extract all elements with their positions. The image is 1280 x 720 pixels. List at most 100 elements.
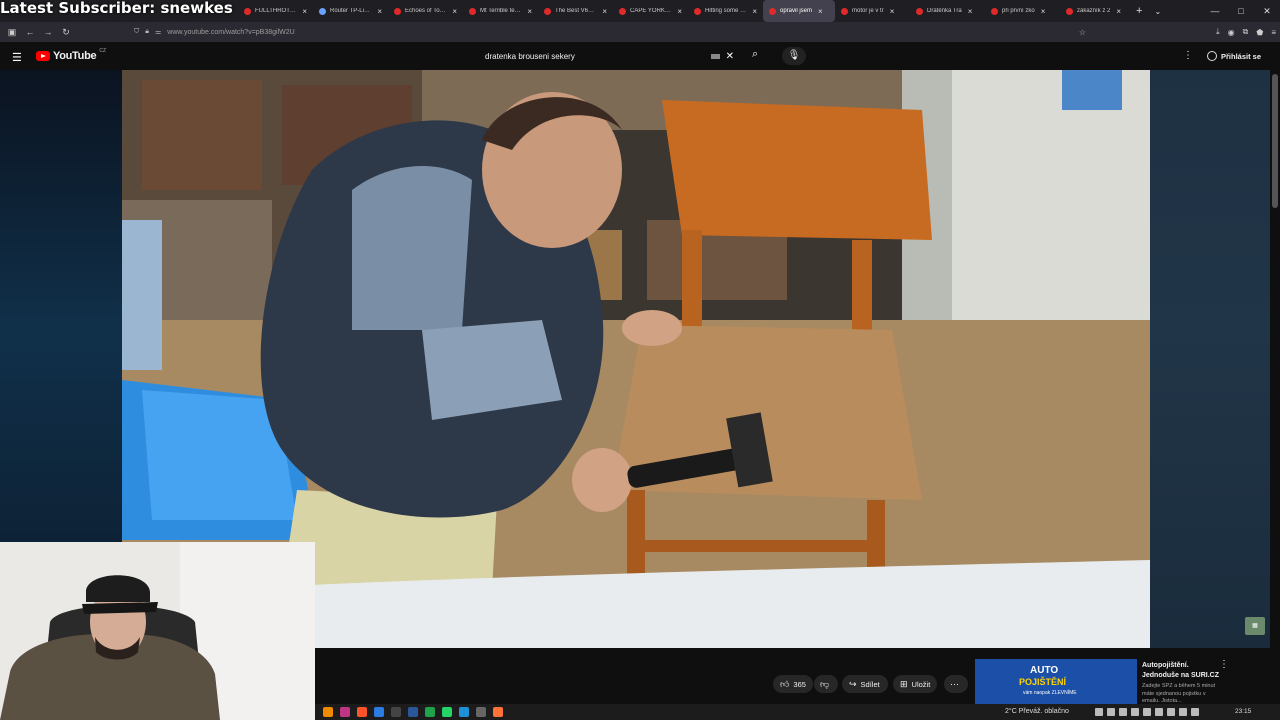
tray-icon[interactable] — [1107, 708, 1115, 716]
url-text[interactable]: www.youtube.com/watch?v=pB38gilW2U — [167, 29, 294, 36]
tray-icon[interactable] — [1131, 708, 1139, 716]
reload-icon[interactable]: ↻ — [57, 27, 75, 38]
sign-in-label: Přihlásit se — [1221, 51, 1262, 61]
address-bar[interactable]: ⛉ 🔒︎ ⚌ www.youtube.com/watch?v=pB38gilW2… — [134, 25, 1094, 39]
dislike-button[interactable]: 👎︎ — [814, 675, 838, 693]
more-options-icon[interactable]: ⋮ — [1183, 50, 1193, 61]
close-icon[interactable]: × — [677, 7, 682, 16]
tab-dratenka[interactable]: Drátěnka Tra × — [910, 0, 985, 22]
search-button[interactable]: ⌕ — [752, 48, 758, 61]
back-icon[interactable]: ← — [21, 27, 39, 37]
download-icon[interactable]: ⤓ — [1216, 27, 1220, 37]
window-controls: — □ ✕ — [1202, 0, 1280, 22]
tab-zakaznik[interactable]: zákazník z 2 × — [1060, 0, 1130, 22]
settings-icon[interactable] — [476, 707, 486, 717]
weather-widget[interactable]: 2°C Převáž. oblačno — [1005, 708, 1069, 715]
ambient-left — [0, 70, 122, 542]
save-button[interactable]: ⊞ Uložit — [893, 675, 937, 693]
close-icon[interactable]: × — [302, 7, 307, 16]
save-label: Uložit — [911, 679, 931, 689]
youtube-icon — [916, 7, 923, 15]
app-icon[interactable] — [391, 707, 401, 717]
tray-icon[interactable] — [1095, 708, 1103, 716]
taskbar-clock[interactable]: 23:15 — [1235, 708, 1251, 715]
tab-best-v62[interactable]: The Best V62 Nis× — [538, 0, 613, 22]
reader-icon[interactable]: ☆ — [1079, 28, 1086, 37]
word-icon[interactable] — [408, 707, 418, 717]
firefox-icon[interactable] — [493, 707, 503, 717]
forward-icon[interactable]: → — [39, 27, 57, 37]
sign-in-button[interactable]: Přihlásit se — [1200, 47, 1268, 65]
close-icon[interactable]: × — [818, 7, 823, 16]
browser-toolbar-right: ⤓ ◉ ⧉ ⬟ ≡ — [1216, 22, 1276, 42]
tray-icon[interactable] — [1155, 708, 1163, 716]
tab-prvni[interactable]: při první zko × — [985, 0, 1060, 22]
close-icon[interactable]: × — [602, 7, 607, 16]
whatsapp-icon[interactable] — [442, 707, 452, 717]
close-icon[interactable]: × — [890, 7, 895, 16]
microphone-icon[interactable]: 🎙︎ — [782, 47, 806, 65]
hamburger-menu-icon[interactable]: ☰ — [12, 51, 22, 64]
youtube-play-icon — [36, 51, 50, 61]
share-button[interactable]: ↪ Sdílet — [842, 675, 888, 693]
tray-icon[interactable] — [1119, 708, 1127, 716]
ad-thumbnail[interactable]: AUTO POJIŠTĚNÍ vám naopak ZLEVNÍME — [975, 659, 1137, 707]
brave-icon[interactable] — [357, 707, 367, 717]
tab-mt-terrible[interactable]: Mt Terrible tests × — [463, 0, 538, 22]
ambient-right — [1150, 70, 1270, 648]
tab-motor[interactable]: motor je v tr × — [835, 0, 910, 22]
volume-icon[interactable] — [1191, 708, 1199, 716]
wifi-icon[interactable] — [1179, 708, 1187, 716]
instagram-icon[interactable] — [340, 707, 350, 717]
close-icon[interactable]: × — [752, 7, 757, 16]
new-tab-icon[interactable]: + — [1136, 5, 1142, 17]
youtube-icon — [1066, 7, 1073, 15]
green-app-icon[interactable] — [425, 707, 435, 717]
close-icon[interactable]: × — [452, 7, 457, 16]
tab-hitting[interactable]: Hitting some ga × — [688, 0, 763, 22]
menu-icon[interactable]: ≡ — [1271, 28, 1276, 37]
close-icon[interactable]: × — [527, 7, 532, 16]
close-icon[interactable]: × — [1116, 7, 1121, 16]
ad-body: Zadejte SPZ a během 5 minut máte sjednan… — [1142, 683, 1216, 704]
vlc-icon[interactable] — [323, 707, 333, 717]
shield-app-icon[interactable] — [374, 707, 384, 717]
maximize-icon[interactable]: □ — [1228, 0, 1254, 22]
close-icon[interactable]: × — [1041, 7, 1046, 16]
extensions-icon[interactable]: ⧉ — [1243, 27, 1249, 37]
search-input[interactable]: dratenka brouseni sekery ✕ — [478, 47, 744, 66]
video-actions-row: 👍︎ 365 👎︎ ↪ Sdílet ⊞ Uložit ⋯ — [315, 648, 975, 704]
tab-fullthrottler[interactable]: FULLTHROTTLERi× — [238, 0, 313, 22]
share-icon: ↪ — [849, 678, 857, 689]
search-query[interactable]: dratenka brouseni sekery — [478, 52, 711, 61]
youtube-logo[interactable]: YouTube CZ — [36, 48, 106, 62]
share-label: Sdílet — [860, 679, 880, 689]
close-icon[interactable]: × — [968, 7, 973, 16]
tab-cape-york[interactable]: CAPE YORK TELE× — [613, 0, 688, 22]
minimize-icon[interactable]: — — [1202, 0, 1228, 22]
close-window-icon[interactable]: ✕ — [1254, 0, 1280, 22]
scrollbar-thumb[interactable] — [1272, 74, 1278, 208]
channel-watermark-icon[interactable]: ▦ — [1245, 617, 1265, 635]
account-icon[interactable]: ◉ — [1228, 28, 1235, 37]
tab-list-icon[interactable]: ⌄ — [1154, 7, 1161, 16]
keyboard-icon[interactable] — [710, 54, 720, 59]
ad-menu-icon[interactable]: ⋮ — [1219, 659, 1229, 670]
sidebar-icon[interactable]: ▣ — [3, 27, 21, 38]
youtube-icon — [544, 7, 551, 15]
like-count: 365 — [793, 679, 806, 689]
clear-search-icon[interactable]: ✕ — [726, 51, 734, 62]
like-button[interactable]: 👍︎ 365 — [773, 675, 813, 693]
extension-icon[interactable]: ⬟ — [1256, 28, 1263, 37]
sponsored-ad[interactable]: AUTO POJIŠTĚNÍ vám naopak ZLEVNÍME Autop… — [975, 657, 1270, 707]
more-actions-button[interactable]: ⋯ — [944, 675, 968, 693]
tab-echoes[interactable]: Echoes of Tomor × — [388, 0, 463, 22]
tab-opravil-active[interactable]: opravil jsem × — [763, 0, 835, 22]
page-scrollbar[interactable] — [1270, 70, 1280, 648]
close-icon[interactable]: × — [377, 7, 382, 16]
tab-router[interactable]: Router TP-Link Ti× — [313, 0, 388, 22]
webcam-overlay — [0, 542, 315, 720]
edge-icon[interactable] — [459, 707, 469, 717]
tray-icon[interactable] — [1167, 708, 1175, 716]
tray-icon[interactable] — [1143, 708, 1151, 716]
